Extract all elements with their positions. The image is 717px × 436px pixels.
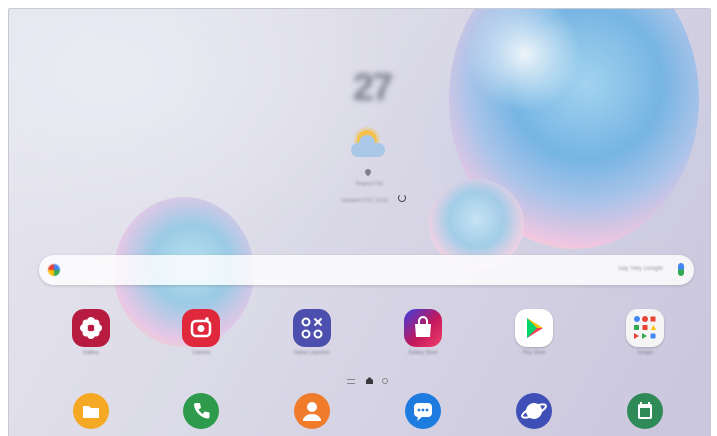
game-launcher-icon xyxy=(293,309,331,347)
home-screen: 27 Nagoya City Updated 07/27 10:30 Say '… xyxy=(8,8,711,436)
folder-icon xyxy=(73,393,109,429)
dock-messages[interactable] xyxy=(388,393,458,429)
contacts-icon xyxy=(294,393,330,429)
camera-icon xyxy=(182,309,220,347)
app-play-store[interactable]: Play Store xyxy=(499,309,569,357)
weather-location: Nagoya City xyxy=(355,181,384,187)
app-google-folder[interactable]: Google xyxy=(610,309,680,357)
google-search-bar[interactable]: Say 'Hey Google' xyxy=(39,255,694,285)
clock-widget[interactable]: 27 xyxy=(342,67,402,109)
home-icon[interactable] xyxy=(366,377,373,384)
weather-updated: Updated 07/27 10:30 xyxy=(341,198,388,204)
refresh-icon[interactable] xyxy=(398,194,406,202)
play-store-icon xyxy=(515,309,553,347)
partly-cloudy-icon[interactable] xyxy=(347,127,387,163)
microphone-icon[interactable] xyxy=(678,263,684,276)
app-label: Google xyxy=(636,350,654,356)
dock-calendar[interactable] xyxy=(610,393,680,429)
phone-icon xyxy=(183,393,219,429)
location-pin-icon xyxy=(363,167,373,177)
app-camera[interactable]: Camera xyxy=(166,309,236,357)
app-gallery[interactable]: Gallery xyxy=(56,309,126,357)
dock-phone[interactable] xyxy=(166,393,236,429)
store-bag-icon xyxy=(404,309,442,347)
internet-icon xyxy=(516,393,552,429)
app-label: Gallery xyxy=(83,350,99,356)
gallery-flower-icon xyxy=(72,309,110,347)
search-placeholder: Say 'Hey Google' xyxy=(618,266,664,272)
app-label: Game Launcher xyxy=(294,350,330,356)
page-dot-icon[interactable] xyxy=(382,378,388,384)
dock-internet[interactable] xyxy=(499,393,569,429)
app-galaxy-store[interactable]: Galaxy Store xyxy=(388,309,458,357)
dock-my-files[interactable] xyxy=(56,393,126,429)
app-game-launcher[interactable]: Game Launcher xyxy=(277,309,347,357)
page-indicator[interactable] xyxy=(347,377,392,385)
calendar-icon xyxy=(627,393,663,429)
google-folder-icon xyxy=(626,309,664,347)
google-g-icon xyxy=(48,264,60,276)
app-label: Play Store xyxy=(522,350,546,356)
dock-contacts[interactable] xyxy=(277,393,347,429)
menu-lines-icon[interactable] xyxy=(347,379,355,384)
app-label: Galaxy Store xyxy=(408,350,438,356)
app-label: Camera xyxy=(192,350,210,356)
messages-icon xyxy=(405,393,441,429)
